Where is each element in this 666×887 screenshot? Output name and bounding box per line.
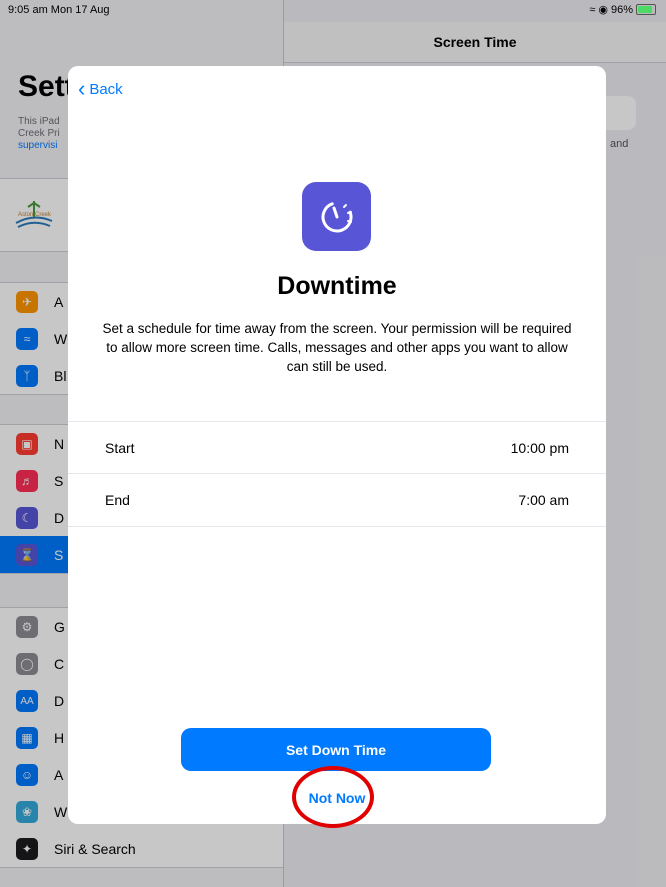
end-value: 7:00 am (518, 492, 569, 508)
start-time-row[interactable]: Start 10:00 pm (68, 421, 606, 474)
battery-icon (636, 4, 656, 15)
end-time-row[interactable]: End 7:00 am (68, 473, 606, 527)
modal-description: Set a schedule for time away from the sc… (102, 321, 572, 374)
modal-title: Downtime (277, 272, 397, 300)
back-label: Back (89, 80, 123, 98)
downtime-clock-glyph (321, 201, 352, 232)
status-bar: 9:05 am Mon 17 Aug ≈ ◉ 96% (0, 0, 666, 22)
start-value: 10:00 pm (510, 440, 569, 456)
status-time: 9:05 am Mon 17 Aug (8, 4, 110, 16)
start-label: Start (105, 440, 135, 456)
downtime-icon (302, 182, 371, 251)
set-down-time-button[interactable]: Set Down Time (181, 728, 491, 771)
downtime-modal: ‹ Back Downtime Set a schedule for time … (68, 66, 606, 824)
back-button[interactable]: ‹ Back (78, 76, 123, 101)
location-icon: ◉ (598, 4, 608, 16)
wifi-status-icon: ≈ (589, 3, 596, 16)
status-indicators: ≈ ◉ 96% (589, 3, 656, 16)
highlight-annotation-circle (292, 766, 374, 828)
battery-percent: 96% (610, 3, 633, 16)
chevron-left-icon: ‹ (78, 76, 86, 101)
end-label: End (105, 492, 130, 508)
